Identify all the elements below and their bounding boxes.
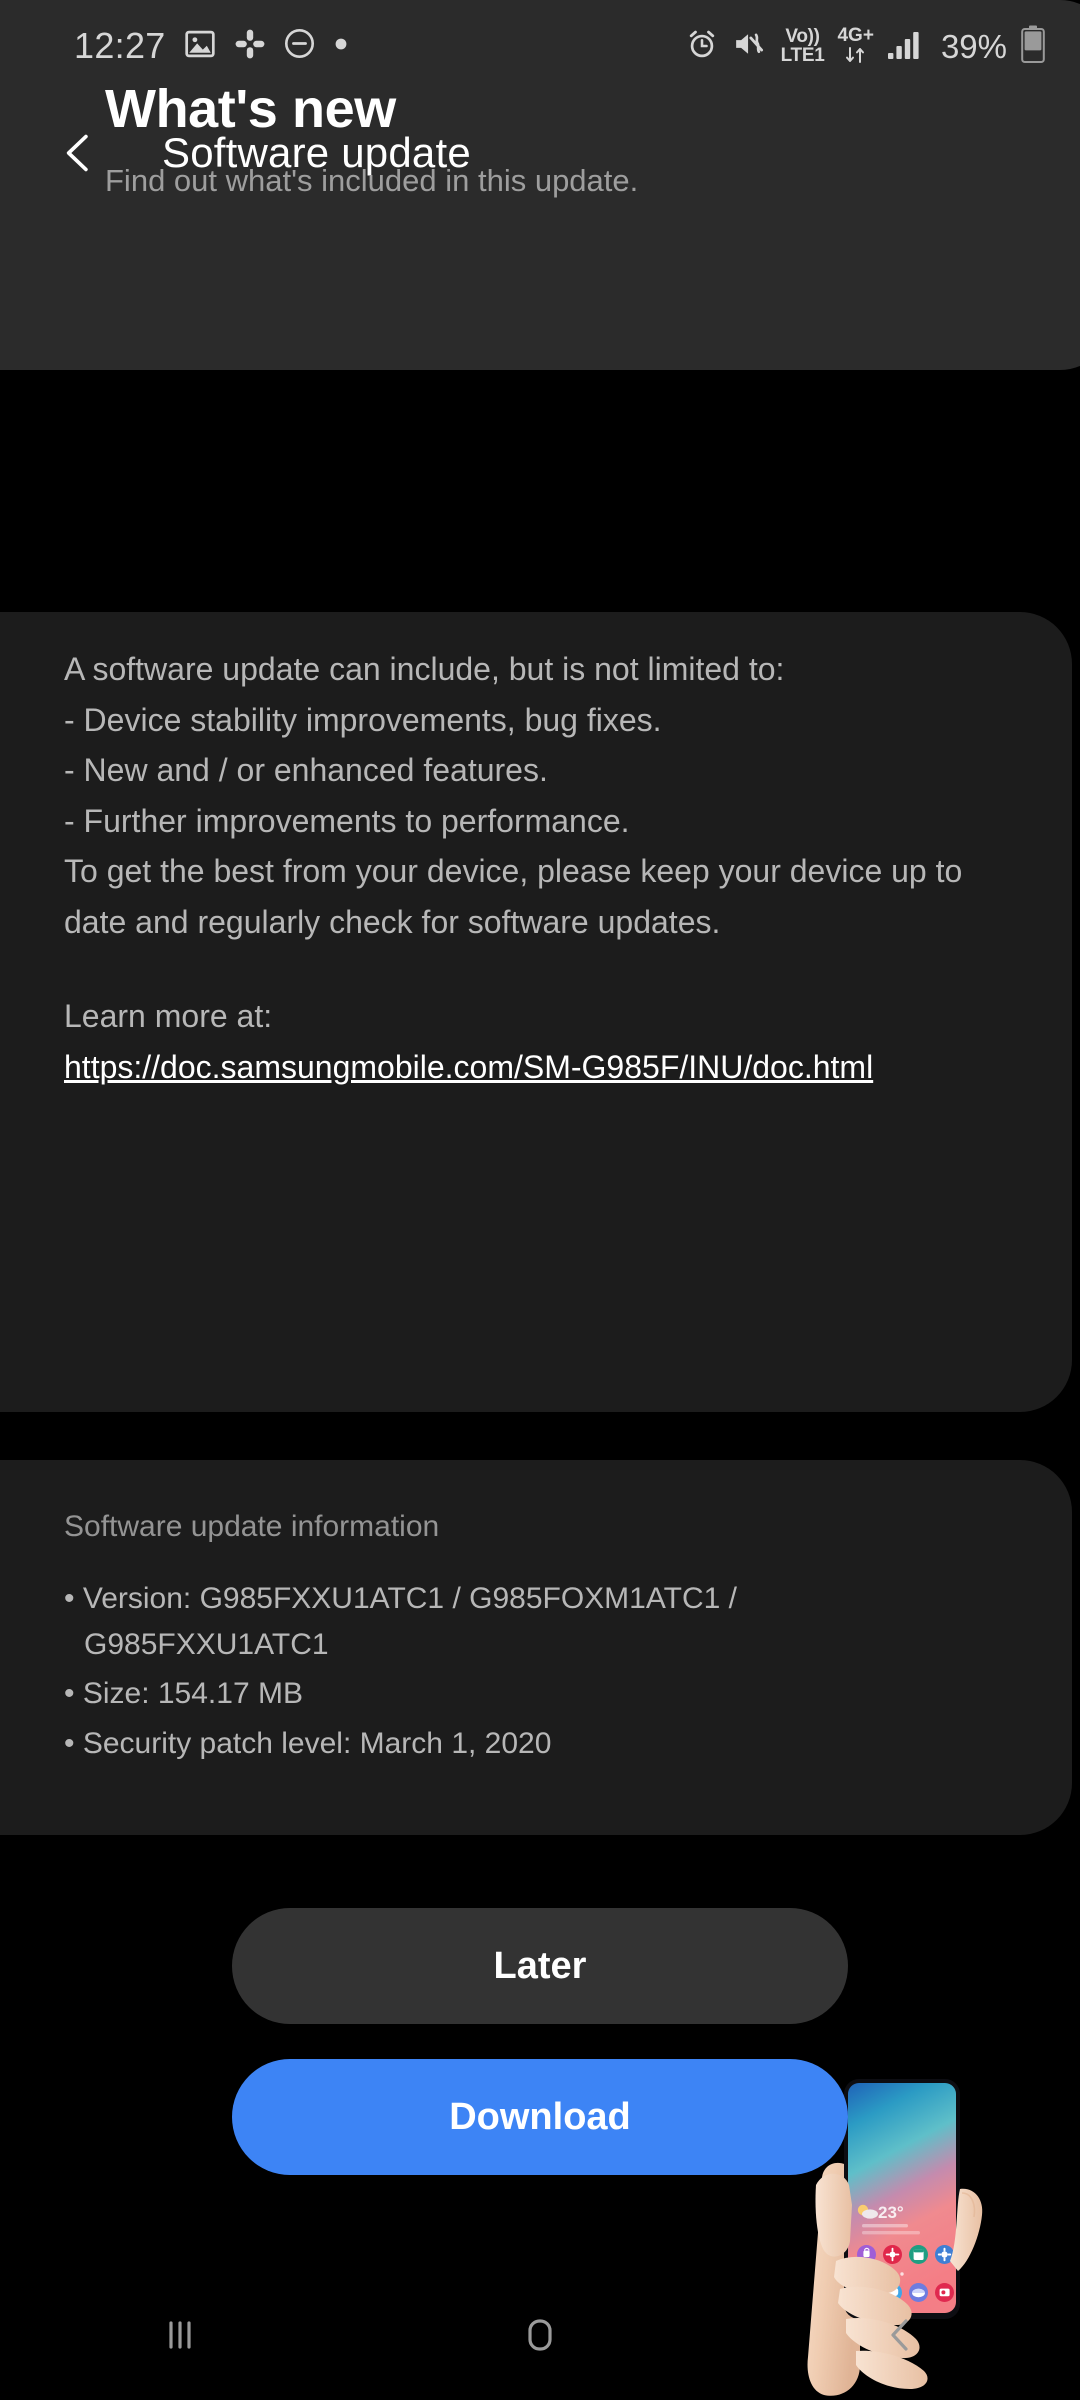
status-bar-clock: 12:27 [74, 28, 166, 64]
info-version-continuation: G985FXXU1ATC1 [64, 1622, 1004, 1668]
volte-label-bottom: LTE1 [781, 46, 825, 65]
back-chevron-icon[interactable] [48, 122, 110, 184]
network-label: 4G+ [837, 26, 873, 45]
info-heading: Software update information [64, 1510, 1004, 1544]
network-4g-icon: 4G+ [837, 26, 873, 65]
status-bar-left: 12:27 [74, 27, 349, 66]
description-bullet-2: - Further improvements to performance. [64, 796, 1004, 847]
alarm-icon [685, 27, 719, 66]
update-doc-link[interactable]: https://doc.samsungmobile.com/SM-G985F/I… [64, 1042, 873, 1093]
slack-icon [234, 28, 266, 65]
whats-new-text-block: What's new Find out what's included in t… [105, 78, 665, 203]
update-description-text: A software update can include, but is no… [64, 644, 1004, 1092]
whats-new-title: What's new [105, 78, 665, 140]
system-navigation-bar [0, 2270, 1080, 2400]
software-update-information-card: Software update information • Version: G… [0, 1460, 1072, 1835]
info-security-patch-line: • Security patch level: March 1, 2020 [64, 1721, 1004, 1767]
learn-more-block: Learn more at: https://doc.samsungmobile… [64, 991, 1004, 1092]
software-update-information-block: Software update information • Version: G… [64, 1510, 1004, 1770]
info-version-label: • Version: G985FXXU1ATC1 / G985FOXM1ATC1… [64, 1582, 737, 1615]
data-arrows-icon [841, 46, 871, 66]
description-bullet-1: - New and / or enhanced features. [64, 745, 1004, 796]
recents-icon[interactable] [100, 2280, 260, 2390]
volte-label-top: Vo)) [785, 27, 819, 46]
description-intro: A software update can include, but is no… [64, 644, 1004, 695]
download-button[interactable]: Download [232, 2059, 848, 2175]
whats-new-subtitle: Find out what's included in this update. [105, 160, 665, 203]
status-bar-right: Vo)) LTE1 4G+ 39% [685, 25, 1046, 68]
nav-back-icon[interactable] [820, 2280, 980, 2390]
description-outro: To get the best from your device, please… [64, 846, 1004, 947]
info-size-line: • Size: 154.17 MB [64, 1671, 1004, 1717]
signal-bars-icon [887, 28, 923, 65]
software-update-screen: 12:27 [0, 0, 1080, 2400]
gallery-icon [183, 27, 217, 66]
info-version-line: • Version: G985FXXU1ATC1 / G985FOXM1ATC1… [64, 1576, 1004, 1667]
volte-icon: Vo)) LTE1 [781, 27, 825, 66]
notification-dot-icon [333, 36, 349, 57]
battery-icon [1020, 25, 1046, 68]
description-bullet-0: - Device stability improvements, bug fix… [64, 695, 1004, 746]
update-description-card: A software update can include, but is no… [0, 612, 1072, 1412]
action-button-group: Later Download [0, 1908, 1080, 2175]
home-icon[interactable] [460, 2280, 620, 2390]
learn-more-label: Learn more at: [64, 991, 1004, 1042]
do-not-disturb-icon [283, 27, 316, 65]
later-button[interactable]: Later [232, 1908, 848, 2024]
battery-percent-label: 39% [941, 30, 1007, 63]
mute-vibrate-icon [732, 27, 768, 66]
